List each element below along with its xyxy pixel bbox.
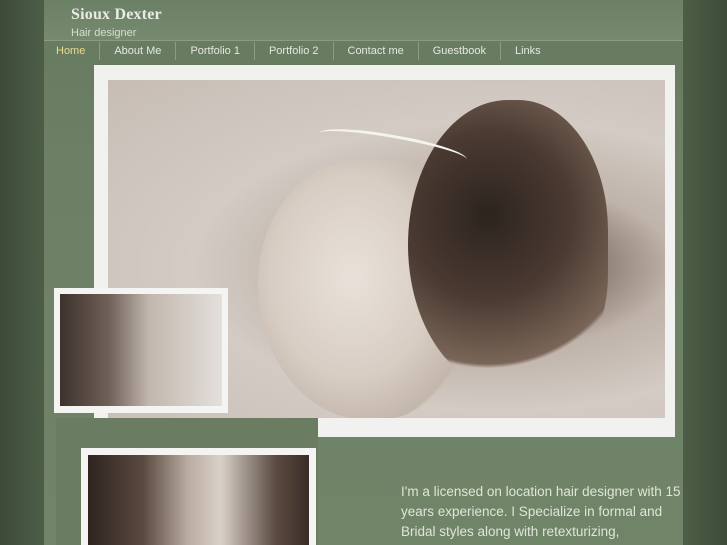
nav-item-portfolio-1[interactable]: Portfolio 1 bbox=[176, 42, 255, 60]
right-backdrop bbox=[683, 0, 727, 545]
nav-item-home[interactable]: Home bbox=[44, 42, 101, 60]
nav-item-links[interactable]: Links bbox=[501, 42, 555, 60]
couple-photo-image bbox=[88, 455, 309, 545]
intro-text: I'm a licensed on location hair designer… bbox=[401, 484, 681, 539]
left-backdrop bbox=[0, 0, 44, 545]
site-title: Sioux Dexter bbox=[71, 6, 162, 23]
nav-item-portfolio-2[interactable]: Portfolio 2 bbox=[255, 42, 334, 60]
nav-item-about-me[interactable]: About Me bbox=[100, 42, 177, 60]
curled-updo-shape bbox=[408, 100, 608, 390]
site-header: Sioux Dexter Hair designer bbox=[44, 0, 683, 41]
bride-veil-photo-image bbox=[60, 294, 222, 406]
site-subtitle: Hair designer bbox=[71, 27, 137, 39]
couple-photo bbox=[81, 448, 316, 545]
nav-item-contact-me[interactable]: Contact me bbox=[334, 42, 419, 60]
page-container: Sioux Dexter Hair designer Home About Me… bbox=[44, 0, 683, 545]
nav-item-guestbook[interactable]: Guestbook bbox=[419, 42, 501, 60]
bride-veil-photo bbox=[54, 288, 228, 413]
main-nav: Home About Me Portfolio 1 Portfolio 2 Co… bbox=[44, 41, 683, 61]
